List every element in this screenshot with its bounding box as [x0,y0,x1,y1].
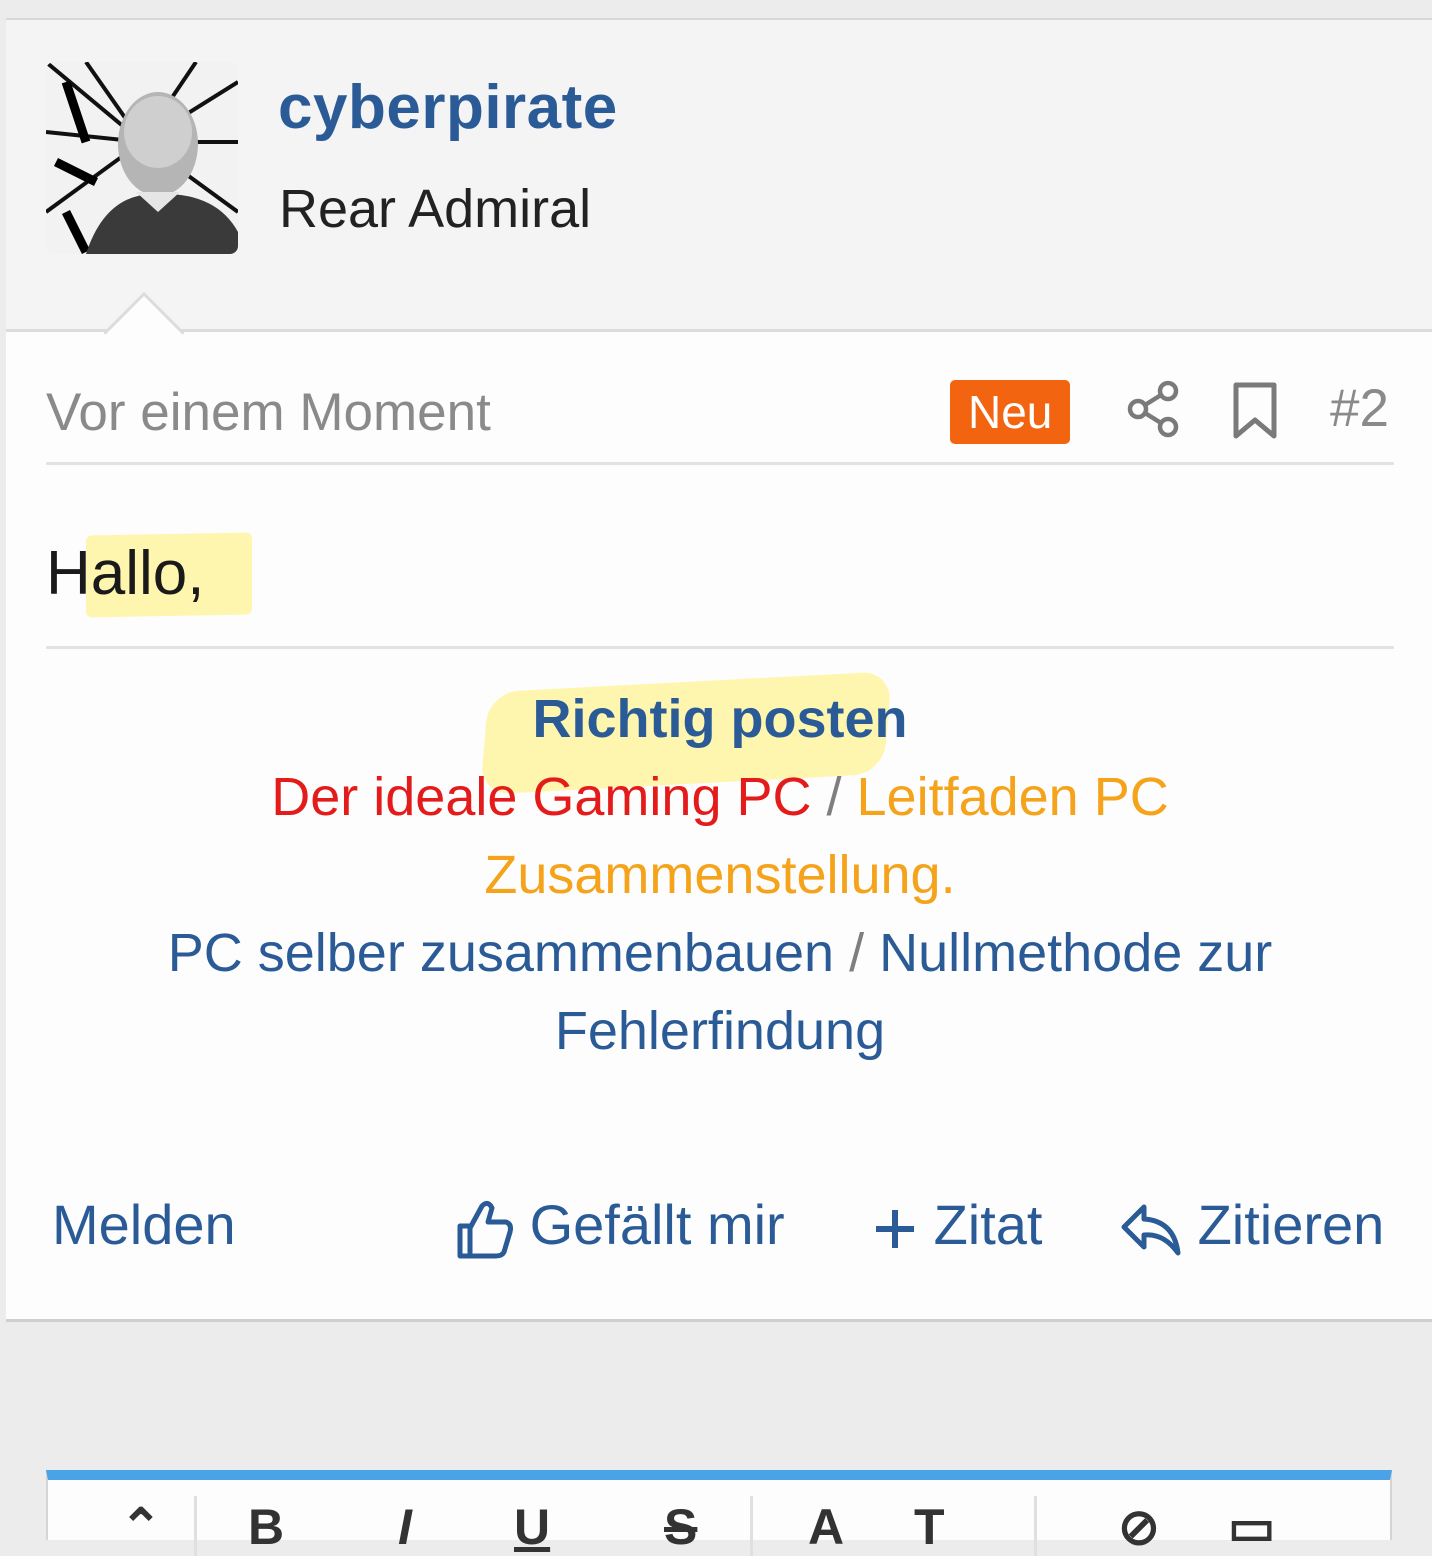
link-ideal-gaming-pc[interactable]: Der ideale Gaming PC [271,767,811,827]
post-card: cyberpirate Rear Admiral Vor einem Momen… [6,18,1432,1322]
toolbar-divider [194,1496,197,1556]
post-author-header: cyberpirate Rear Admiral [6,20,1432,334]
post-timestamp[interactable]: Vor einem Moment [46,382,491,443]
post-actions: Melden Gefällt mir Zitat Zitieren [46,1184,1396,1284]
report-label: Melden [52,1193,236,1256]
like-label: Gefällt mir [529,1193,785,1256]
signature-divider [46,646,1394,649]
toolbar-divider [750,1496,753,1556]
image-icon[interactable]: ▭ [1228,1498,1275,1556]
bookmark-icon[interactable] [1232,382,1278,440]
reply-editor[interactable]: ⌃ B I U S A T ⊘ ▭ [46,1470,1392,1556]
separator-slash: / [811,767,857,827]
italic-icon[interactable]: I [398,1498,412,1556]
link-leitfaden-cont[interactable]: Zusammenstellung [484,845,940,905]
post-meta-row: Vor einem Moment Neu #2 [46,370,1394,465]
link-pc-selber-zusammenbauen[interactable]: PC selber zusammenbauen [168,923,834,983]
post-number-link[interactable]: #2 [1330,378,1389,439]
avatar[interactable] [46,62,238,254]
quote-label: Zitieren [1197,1193,1385,1256]
quote-button[interactable]: Zitieren [1120,1192,1384,1257]
reply-icon [1121,1204,1181,1256]
caret-pointer-icon [104,292,184,334]
text-format-icon[interactable]: T [914,1498,945,1556]
strikethrough-icon[interactable]: S [664,1498,697,1556]
link-nullmethode[interactable]: Nullmethode zur [879,923,1272,983]
signature: Richtig posten Der ideale Gaming PC / Le… [46,680,1394,1070]
font-size-icon[interactable]: A [808,1498,844,1556]
thumbs-up-icon [457,1201,513,1259]
like-button[interactable]: Gefällt mir [454,1192,785,1260]
report-button[interactable]: Melden [52,1192,236,1257]
post-body-text: Hallo, [46,539,205,608]
toolbar-divider [1034,1496,1037,1556]
add-quote-button[interactable]: Zitat [872,1192,1042,1257]
share-icon[interactable] [1126,380,1180,438]
link-leitfaden[interactable]: Leitfaden PC [857,767,1169,827]
add-quote-label: Zitat [933,1193,1043,1256]
username-link[interactable]: cyberpirate [278,72,618,143]
user-title: Rear Admiral [279,179,592,239]
link-icon[interactable]: ⊘ [1118,1498,1160,1556]
plus-icon [876,1210,914,1249]
separator-slash: / [834,923,880,983]
bold-icon[interactable]: B [248,1498,284,1556]
link-nullmethode-cont[interactable]: Fehlerfindung [555,1001,885,1061]
period: . [940,845,956,905]
underline-icon[interactable]: U [514,1498,550,1556]
collapse-toolbar-icon[interactable]: ⌃ [120,1498,162,1556]
signature-title-link[interactable]: Richtig posten [46,680,1394,758]
new-badge: Neu [950,380,1071,444]
